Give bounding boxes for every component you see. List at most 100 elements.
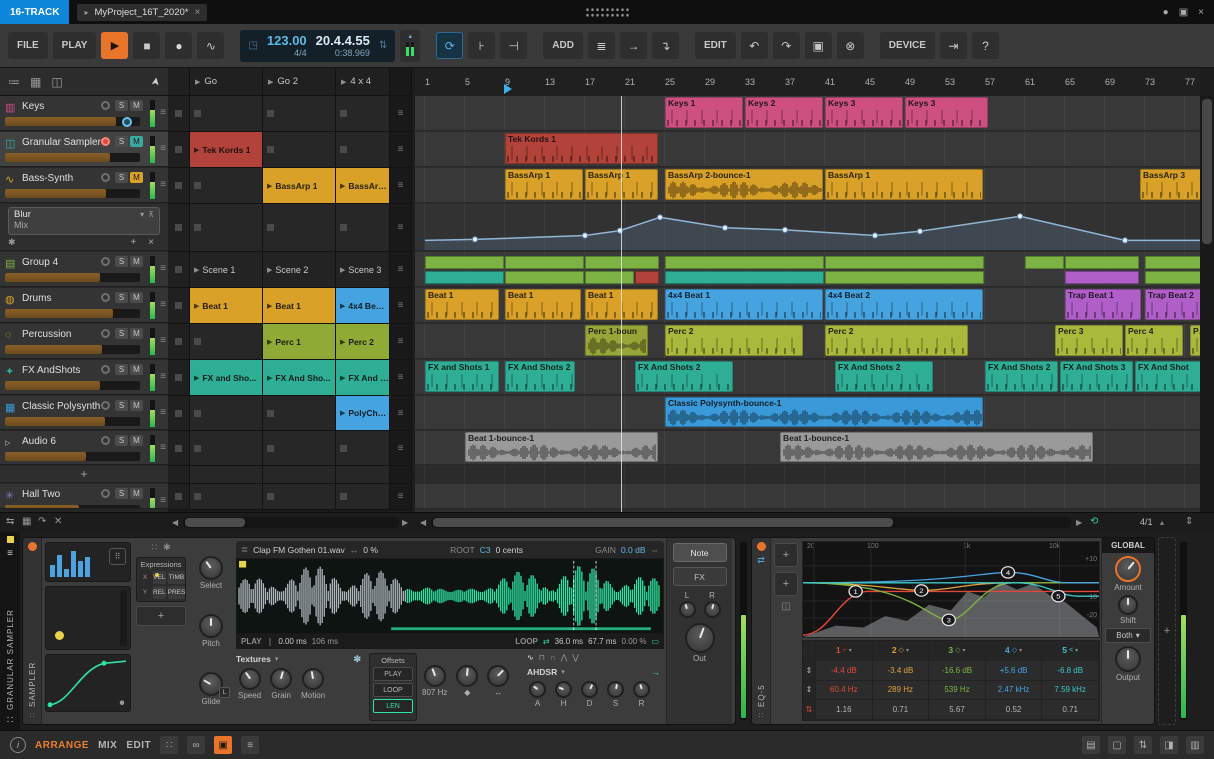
launcher-lane-menu[interactable]: ≡ <box>390 252 412 288</box>
tab-edit[interactable]: EDIT <box>126 740 151 751</box>
texture-knob-motion[interactable]: Motion <box>301 668 325 700</box>
device-menu-button[interactable]: DEVICE <box>879 32 935 59</box>
grain-shape-icon[interactable]: ∿ <box>527 653 534 663</box>
arranger-clip[interactable]: Beat 1 <box>425 289 499 320</box>
track-menu-icon[interactable]: ≡ <box>160 299 166 310</box>
mixer-icon[interactable]: ≣ <box>587 32 615 59</box>
loop-arrows-icon[interactable]: ⇄ <box>543 637 550 646</box>
launcher-lane-menu[interactable] <box>390 466 412 484</box>
ruler-tick[interactable]: 25 <box>665 77 675 87</box>
track-menu-icon[interactable]: ≡ <box>160 263 166 274</box>
loop-toggle-button[interactable]: ⟳ <box>436 32 464 59</box>
duplicate-icon[interactable]: ▣ <box>804 32 832 59</box>
pan-right-knob[interactable]: R <box>703 591 721 618</box>
track-header-fx-andshots[interactable]: ✦ FX AndShots S M ≡ <box>0 360 168 395</box>
fx-tab[interactable]: FX <box>672 567 727 586</box>
eq-band-4-header[interactable]: 4 ◇ ▾ <box>985 641 1043 661</box>
clip-slot[interactable] <box>190 204 263 252</box>
play-menu-button[interactable]: PLAY <box>52 32 97 59</box>
track-header-bass-synth[interactable]: ∿ Bass-Synth S M ≡ <box>0 168 168 203</box>
clip-stop-cell[interactable] <box>168 132 190 168</box>
chain-menu-icon[interactable]: ≡ <box>7 548 13 559</box>
position-beats[interactable]: 20.4.4.55 <box>316 34 370 47</box>
audio-engine-icon[interactable]: ∿ <box>197 32 225 59</box>
track-header-audio-6[interactable]: ▹ Audio 6 S M ≡ <box>0 431 168 465</box>
record-button[interactable]: ● <box>165 32 193 59</box>
record-arm-button[interactable] <box>101 329 110 338</box>
arranger-clip[interactable]: Beat 1-bounce-1 <box>465 432 658 462</box>
automation-param-selector[interactable]: Blur ▾ ⊼ Mix <box>8 207 160 235</box>
clip-slot[interactable] <box>336 132 390 168</box>
mod-dots-icon[interactable]: ∷ <box>151 542 157 553</box>
clip-stop-cell[interactable] <box>168 204 190 252</box>
eq-band-3-freq[interactable]: 539 Hz <box>929 680 986 701</box>
track-header-hall-two[interactable]: ✳ Hall Two S M ≡ <box>0 484 168 509</box>
volume-fader[interactable] <box>5 116 140 127</box>
eq5-add-modulator-2[interactable]: + <box>774 572 798 596</box>
scene-header-go-2[interactable]: ▶ Go 2 <box>263 68 336 96</box>
add-automation-lane-button[interactable]: + <box>124 237 142 248</box>
ruler-tick[interactable]: 1 <box>425 77 430 87</box>
zoom-fit-icon[interactable]: ⟲ <box>1090 516 1098 527</box>
clip-slot[interactable] <box>263 466 336 484</box>
track-menu-icon[interactable]: ≡ <box>160 179 166 190</box>
vertical-scrollbar-handle[interactable] <box>1202 99 1212 244</box>
env-knob-a[interactable]: A <box>529 681 546 708</box>
vertical-scrollbar[interactable] <box>1200 96 1214 512</box>
clip-slot[interactable] <box>336 96 390 132</box>
launcher-lane-menu[interactable]: ≡ <box>390 168 412 204</box>
eq-band-5-q[interactable]: 0.71 <box>1042 700 1099 720</box>
offset-play[interactable]: PLAY <box>373 667 413 681</box>
arranger-clip[interactable]: Tek Kords 1 <box>505 133 658 164</box>
grid-resolution-value[interactable]: 4/1 <box>1140 517 1153 527</box>
workflow-dots-icon[interactable]: ∷ <box>160 736 179 754</box>
automation-lane-header[interactable]: Blur ▾ ⊼ Mix ✱ + × <box>0 204 168 251</box>
grid-layout-icon[interactable]: ▦ <box>30 75 41 89</box>
help-button[interactable]: ? <box>971 32 999 59</box>
ruler-tick[interactable]: 41 <box>825 77 835 87</box>
mode-select[interactable]: Both ▾ <box>1105 628 1151 643</box>
scene-header-4-x-4[interactable]: ▶ 4 x 4 <box>336 68 390 96</box>
arranger-clip[interactable]: Perc 1-boun <box>585 325 648 356</box>
xy-pad[interactable] <box>45 586 131 650</box>
clip-stop-cell[interactable] <box>168 484 190 510</box>
lanes-icon[interactable]: ≡ <box>241 736 260 754</box>
volume-fader[interactable] <box>5 381 140 390</box>
shift-knob[interactable]: Shift <box>1118 595 1138 625</box>
grid-icon[interactable]: ▦ <box>22 516 31 527</box>
expr-pres[interactable]: PRES <box>167 586 186 599</box>
position-display[interactable]: 20.4.4.55 0:38.969 <box>316 34 370 58</box>
playhead[interactable] <box>621 96 622 512</box>
play-start-marker[interactable] <box>504 84 512 94</box>
swap-panel-icon[interactable]: ⇅ <box>1134 736 1152 754</box>
arranger-clip[interactable]: FX and Shots 1 <box>425 361 499 392</box>
clip-slot[interactable] <box>336 484 390 510</box>
clip-slot[interactable]: ▶ Scene 1 <box>190 252 263 288</box>
add-device-slot[interactable]: + <box>1158 537 1176 725</box>
volume-fader[interactable] <box>5 309 140 318</box>
amount-knob[interactable]: Amount <box>1114 556 1142 592</box>
eq-band-2-header[interactable]: 2 ◇ ▾ <box>872 641 930 661</box>
env-knob-d[interactable]: D <box>581 681 598 708</box>
eq5-device-tab[interactable]: EQ-5 <box>757 570 766 707</box>
texture-knob-speed[interactable]: Speed <box>238 668 261 700</box>
mute-button[interactable]: M <box>130 172 143 183</box>
close-icon[interactable]: × <box>1198 7 1204 18</box>
arranger-clip[interactable]: BassArp 1 <box>505 169 583 200</box>
ruler-tick[interactable]: 57 <box>985 77 995 87</box>
mod-star-icon[interactable]: ✱ <box>163 542 171 553</box>
solo-button[interactable]: S <box>115 172 128 183</box>
clip-slot[interactable] <box>336 204 390 252</box>
volume-fader[interactable] <box>5 345 140 354</box>
close-panel-icon[interactable]: ✕ <box>54 516 62 527</box>
clip-slot[interactable]: ▶ BassArp 1 <box>263 168 336 204</box>
sampler-drag-handle-icon[interactable]: ∷ <box>29 711 34 720</box>
track-header-granular-sampler[interactable]: ◫ Granular Sampler S M ≡ <box>0 132 168 167</box>
clip-slot[interactable]: ▶ BassArp 2 <box>336 168 390 204</box>
arranger-clip[interactable]: FX And Shots 2 <box>835 361 933 392</box>
arranger-clip[interactable]: BassArp 2-bounce-1 <box>665 169 823 200</box>
undo-icon[interactable]: ↶ <box>740 32 768 59</box>
arranger-scroll-right-icon[interactable]: ▶ <box>1076 518 1082 527</box>
clip-slot[interactable] <box>263 132 336 168</box>
arranger-scrollbar[interactable] <box>431 517 1071 528</box>
